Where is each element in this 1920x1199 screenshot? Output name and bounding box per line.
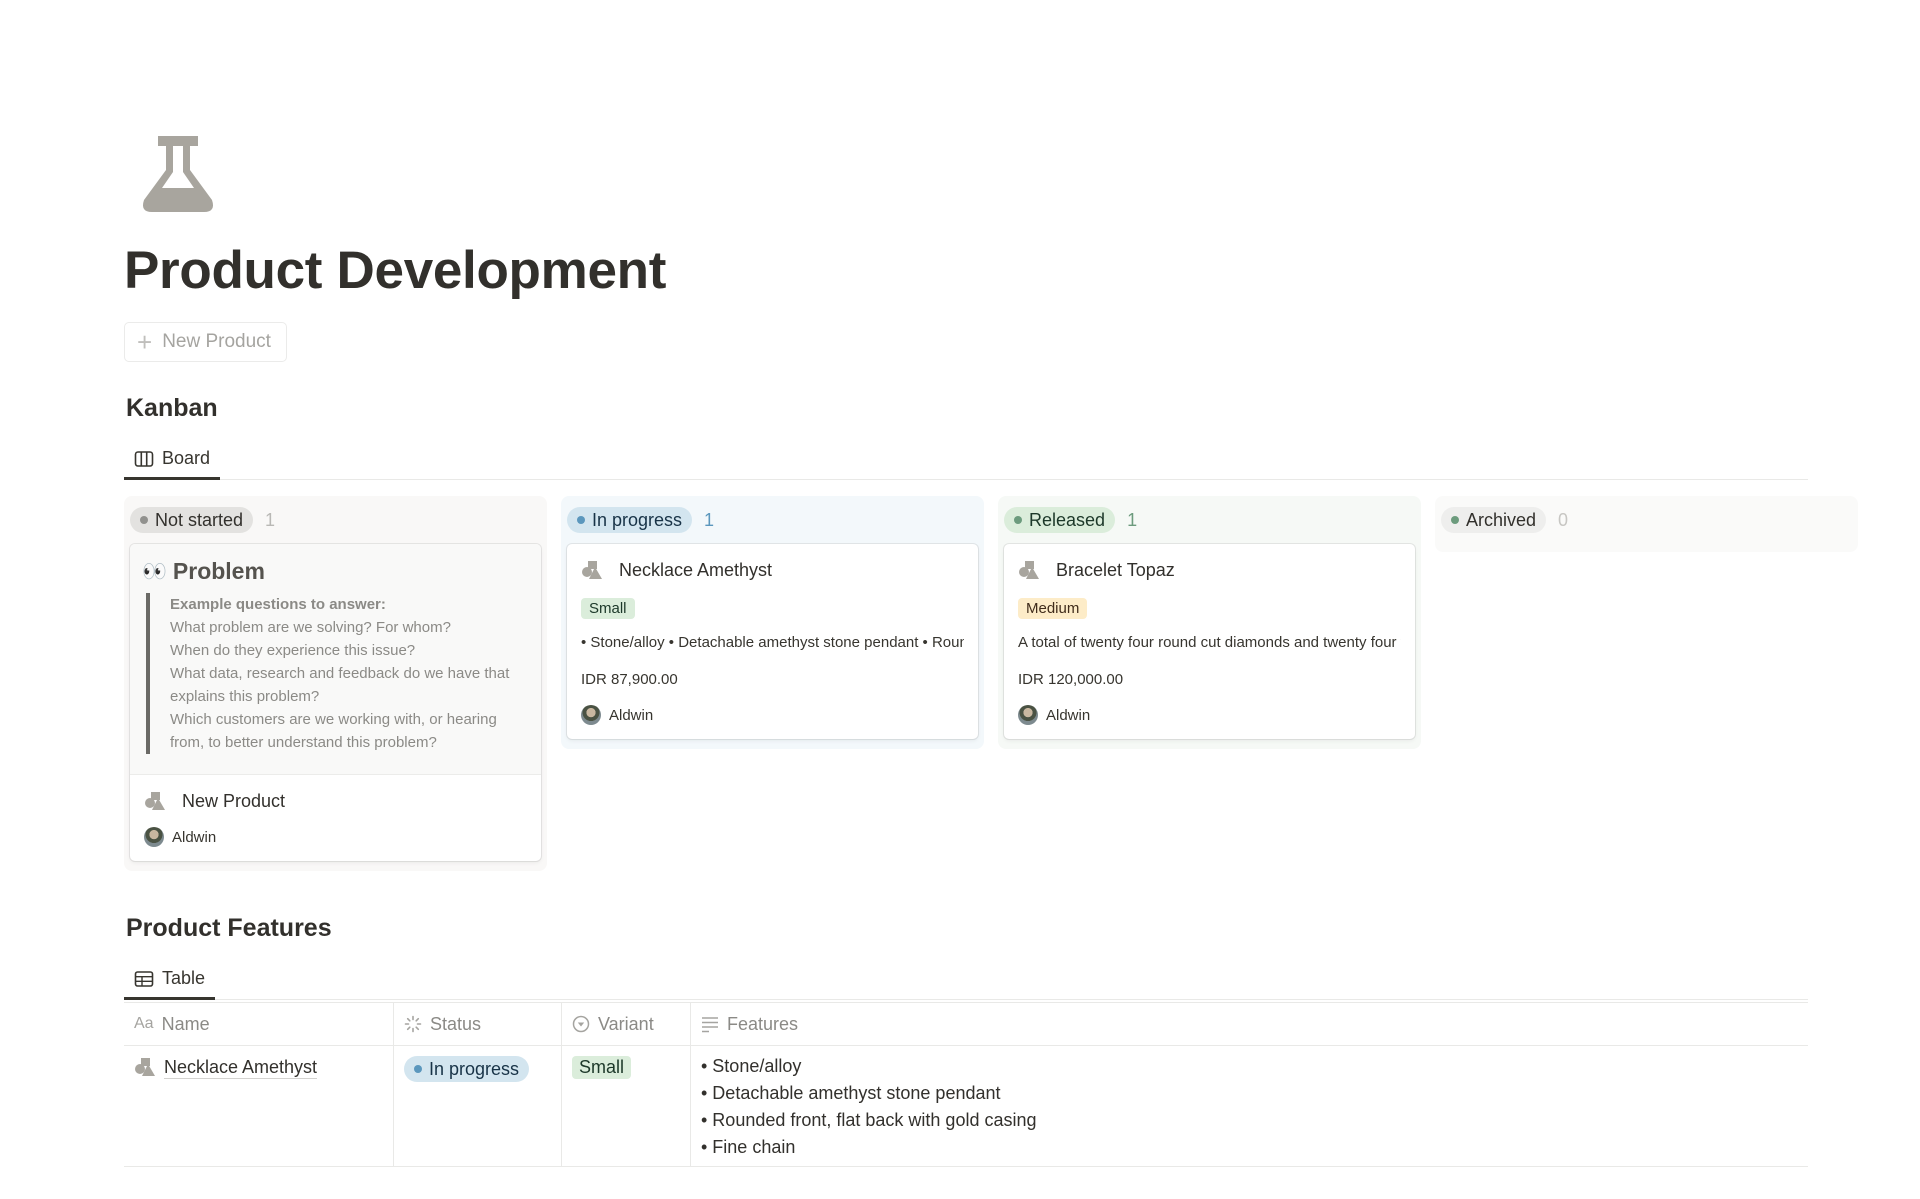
status-label: Not started — [155, 509, 244, 530]
text-type-icon: Aa — [134, 1015, 154, 1032]
board-icon — [134, 450, 154, 467]
quote-line: What problem are we solving? For whom? — [170, 619, 451, 636]
card-price: IDR 120,000.00 — [1018, 671, 1124, 688]
column-header-name[interactable]: Aa Name — [124, 1003, 394, 1045]
board-card[interactable]: Necklace Amethyst Small • Stone/alloy • … — [567, 544, 978, 739]
status-label: Archived — [1466, 509, 1537, 530]
tab-board[interactable]: Board — [124, 440, 221, 480]
column-header-variant[interactable]: Variant — [562, 1003, 691, 1045]
tab-board-label: Board — [162, 448, 211, 468]
status-dot-icon — [140, 516, 148, 524]
table-row[interactable]: Necklace Amethyst In progress Small • St… — [124, 1046, 1808, 1167]
product-features-table: Aa Name Status Variant Features Necklace… — [124, 1002, 1808, 1167]
board-column-archived: Archived 0 — [1435, 496, 1858, 552]
kanban-title: Kanban — [126, 394, 218, 422]
board-card[interactable]: Bracelet Topaz Medium A total of twenty … — [1004, 544, 1415, 739]
person-name: Aldwin — [609, 706, 654, 724]
board-card[interactable]: 👀 Problem Example questions to answer: Wh… — [130, 544, 541, 861]
product-features-title: Product Features — [126, 914, 332, 942]
table-view-tabs: Table — [124, 960, 1808, 1000]
status-label: In progress — [592, 509, 683, 530]
card-price: IDR 87,900.00 — [581, 671, 678, 688]
column-count: 1 — [265, 509, 276, 530]
status-dot-icon — [577, 516, 585, 524]
table-header-row: Aa Name Status Variant Features — [124, 1002, 1808, 1046]
avatar — [581, 705, 601, 725]
preview-quote: Example questions to answer: What proble… — [146, 593, 529, 754]
kanban-view-tabs: Board — [124, 440, 1808, 480]
column-header-status[interactable]: Status — [394, 1003, 562, 1045]
status-label: Released — [1029, 509, 1106, 530]
quote-line: Which customers are we working with, or … — [170, 711, 497, 751]
status-dot-icon — [414, 1065, 422, 1073]
avatar — [1018, 705, 1038, 725]
person-name: Aldwin — [172, 828, 217, 846]
feature-item: • Fine chain — [701, 1137, 796, 1157]
shapes-icon — [1019, 561, 1039, 579]
page-title: Product Development — [124, 241, 667, 300]
quote-heading: Example questions to answer: — [170, 596, 386, 613]
status-pill: In progress — [404, 1056, 530, 1082]
cell-features[interactable]: • Stone/alloy • Detachable amethyst ston… — [691, 1046, 1808, 1166]
status-pill[interactable]: Not started — [130, 507, 254, 533]
status-pill[interactable]: Released — [1004, 507, 1116, 533]
status-dot-icon — [1014, 516, 1022, 524]
status-pill[interactable]: In progress — [567, 507, 693, 533]
table-icon — [134, 970, 154, 987]
cell-variant[interactable]: Small — [562, 1046, 691, 1166]
tab-table-label: Table — [162, 968, 206, 988]
person-name: Aldwin — [1046, 706, 1091, 724]
card-features: A total of twenty four round cut diamond… — [1018, 634, 1401, 651]
eyes-emoji-icon: 👀 — [142, 561, 167, 583]
variant-tag: Small — [581, 598, 635, 619]
card-title: New Product — [182, 790, 286, 811]
board-column-in-progress: In progress 1 Necklace Amethyst Small • … — [561, 496, 984, 749]
card-cover-preview: 👀 Problem Example questions to answer: Wh… — [130, 544, 541, 775]
status-spinner-icon — [404, 1015, 422, 1033]
feature-item: • Rounded front, flat back with gold cas… — [701, 1110, 1037, 1130]
shapes-icon — [135, 1058, 155, 1076]
row-name-link[interactable]: Necklace Amethyst — [164, 1056, 318, 1079]
features-list: • Stone/alloy • Detachable amethyst ston… — [701, 1053, 1037, 1161]
shapes-icon — [145, 792, 165, 810]
card-title: Bracelet Topaz — [1056, 559, 1175, 580]
new-product-label: New Product — [162, 331, 271, 352]
column-count: 1 — [704, 509, 715, 530]
flask-icon[interactable] — [138, 132, 218, 216]
column-header-label: Features — [727, 1013, 799, 1034]
board-column-released: Released 1 Bracelet Topaz Medium A total… — [998, 496, 1421, 749]
feature-item: • Stone/alloy — [701, 1056, 802, 1076]
quote-line: When do they experience this issue? — [170, 642, 416, 659]
text-lines-icon — [702, 1017, 718, 1033]
status-pill[interactable]: Archived — [1441, 507, 1547, 533]
card-features: • Stone/alloy • Detachable amethyst ston… — [581, 634, 964, 651]
shapes-icon — [582, 561, 602, 579]
preview-heading: Problem — [172, 558, 265, 584]
column-header-label: Status — [430, 1013, 482, 1034]
cell-name[interactable]: Necklace Amethyst — [124, 1046, 394, 1166]
column-count: 1 — [1127, 509, 1138, 530]
tab-table[interactable]: Table — [124, 960, 216, 1000]
feature-item: • Detachable amethyst stone pendant — [701, 1083, 1001, 1103]
column-header-features[interactable]: Features — [691, 1003, 1808, 1045]
quote-line: What data, research and feedback do we h… — [170, 665, 510, 705]
plus-icon: + — [137, 327, 153, 357]
avatar — [144, 827, 164, 847]
status-label: In progress — [429, 1058, 520, 1079]
cell-status[interactable]: In progress — [394, 1046, 562, 1166]
status-dot-icon — [1451, 516, 1459, 524]
board-column-not-started: Not started 1 👀 Problem Example questions… — [124, 496, 547, 871]
variant-tag: Medium — [1018, 598, 1088, 619]
column-header-label: Variant — [598, 1013, 654, 1034]
column-count: 0 — [1558, 509, 1569, 530]
card-title: Necklace Amethyst — [619, 559, 773, 580]
select-icon — [572, 1015, 590, 1033]
new-product-button[interactable]: + New Product — [124, 322, 287, 362]
column-header-label: Name — [161, 1013, 210, 1034]
variant-tag: Small — [572, 1056, 632, 1079]
